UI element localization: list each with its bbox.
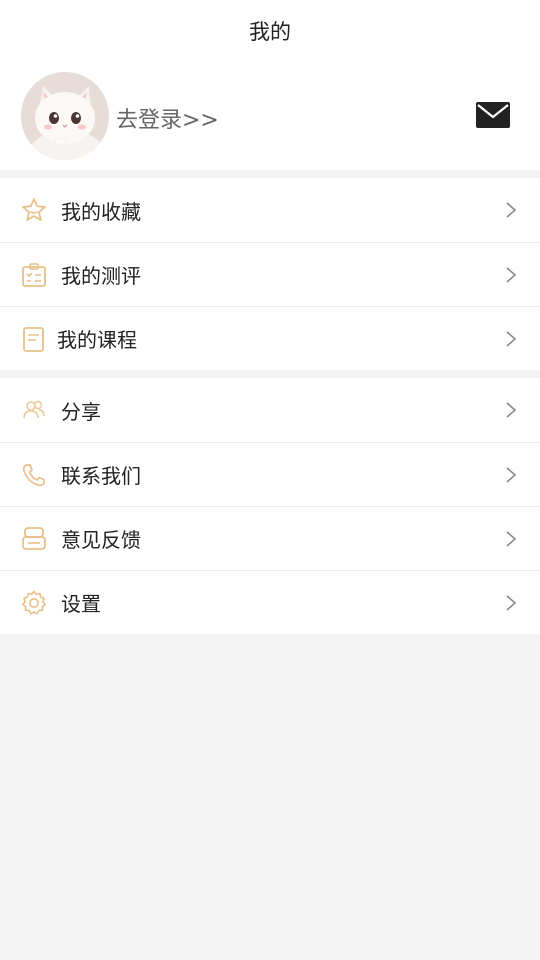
avatar[interactable] <box>21 72 109 160</box>
menu-label: 我的课程 <box>57 328 137 352</box>
top-bar: 我的 <box>0 0 540 62</box>
menu-item-contact[interactable]: 联系我们 <box>0 442 540 506</box>
menu-group-primary: 我的收藏 我的测评 我的课程 <box>0 178 540 370</box>
menu-label: 联系我们 <box>61 464 141 488</box>
mail-icon[interactable] <box>476 102 510 128</box>
profile-section: 去登录>> <box>0 62 540 170</box>
feedback-icon <box>22 526 46 550</box>
document-icon <box>23 326 44 352</box>
chevron-right-icon <box>506 330 517 347</box>
menu-item-feedback[interactable]: 意见反馈 <box>0 506 540 570</box>
menu-label: 设置 <box>61 592 101 616</box>
cat-avatar-icon <box>21 72 109 160</box>
chevron-right-icon <box>506 594 517 611</box>
chevron-right-icon <box>506 266 517 283</box>
menu-item-courses[interactable]: 我的课程 <box>0 306 540 370</box>
chevron-right-icon <box>506 402 517 418</box>
star-icon <box>22 198 46 221</box>
chevron-right-icon <box>506 466 517 483</box>
section-gap <box>0 370 540 378</box>
menu-label: 意见反馈 <box>61 528 141 552</box>
gear-icon <box>22 590 46 614</box>
users-icon <box>23 400 45 419</box>
chevron-right-icon <box>506 530 517 547</box>
menu-group-secondary: 分享 联系我们 意见反馈 设置 <box>0 378 540 634</box>
menu-item-share[interactable]: 分享 <box>0 378 540 442</box>
page-title: 我的 <box>249 20 291 44</box>
menu-label: 我的测评 <box>61 264 141 288</box>
menu-item-evaluations[interactable]: 我的测评 <box>0 242 540 306</box>
menu-label: 分享 <box>61 399 101 424</box>
login-link[interactable]: 去登录>> <box>116 102 219 134</box>
menu-label: 我的收藏 <box>61 199 141 224</box>
menu-item-settings[interactable]: 设置 <box>0 570 540 634</box>
menu-item-favorites[interactable]: 我的收藏 <box>0 178 540 242</box>
phone-icon <box>22 463 45 486</box>
clipboard-check-icon <box>22 262 46 287</box>
chevron-right-icon <box>506 202 517 218</box>
section-gap <box>0 170 540 178</box>
